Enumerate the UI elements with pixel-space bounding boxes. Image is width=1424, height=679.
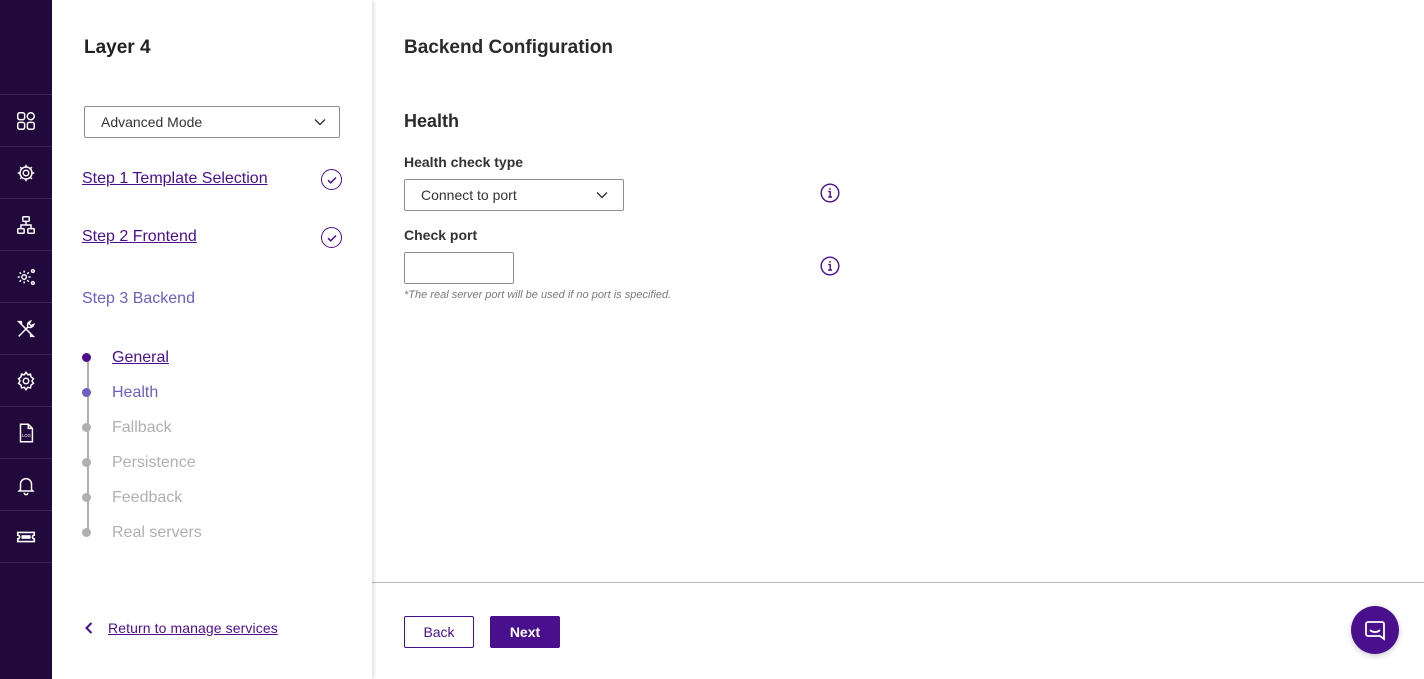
substep-timeline-line [87, 357, 89, 532]
substep-dot [82, 353, 91, 362]
rail-item-sitemap[interactable] [0, 199, 52, 251]
substep-dot [82, 528, 91, 537]
rail-logo-area [0, 0, 52, 95]
substep-health: Health [82, 384, 158, 401]
substep-feedback: Feedback [82, 489, 182, 506]
main-content: Backend Configuration Health Health chec… [372, 0, 1424, 679]
rail-item-network-settings[interactable] [0, 147, 52, 199]
step-2-check-icon [321, 227, 342, 248]
rail-item-logs[interactable]: LOG [0, 407, 52, 459]
step-3-current: Step 3 Backend [82, 290, 195, 307]
substep-dot [82, 458, 91, 467]
panel-title: Layer 4 [84, 37, 151, 58]
substep-dot [82, 388, 91, 397]
step-1-check-icon [321, 169, 342, 190]
return-to-manage-services-link[interactable]: Return to manage services [82, 620, 278, 636]
check-port-hint: *The real server port will be used if no… [404, 289, 672, 301]
substep-persistence: Persistence [82, 454, 196, 471]
rail-item-dashboard[interactable] [0, 95, 52, 147]
rail-item-tools[interactable] [0, 303, 52, 355]
rail-item-tickets[interactable] [0, 511, 52, 563]
log-file-icon: LOG [19, 423, 34, 442]
icon-rail: LOG [0, 0, 52, 679]
chevron-down-icon [314, 119, 326, 126]
svg-text:LOG: LOG [22, 433, 31, 438]
health-check-type-value: Connect to port [421, 187, 517, 203]
substep-real-servers: Real servers [82, 524, 202, 541]
substep-dot [82, 493, 91, 502]
substep-label: Real servers [112, 524, 202, 541]
sitemap-icon [17, 215, 35, 234]
page-title: Backend Configuration [404, 37, 614, 58]
tools-icon [16, 319, 36, 337]
substep-general[interactable]: General [82, 349, 169, 366]
section-title: Health [404, 111, 460, 131]
rail-item-advanced-settings[interactable] [0, 251, 52, 303]
bell-icon [17, 477, 35, 495]
chevron-down-icon [596, 192, 608, 199]
return-link-label: Return to manage services [108, 620, 278, 636]
gear-icon [17, 370, 35, 391]
substep-label: Persistence [112, 454, 196, 471]
wizard-panel: Layer 4 Advanced Mode Step 1 Template Se… [52, 0, 372, 679]
substep-fallback: Fallback [82, 419, 172, 436]
mode-select[interactable]: Advanced Mode [84, 106, 340, 138]
step-1-link[interactable]: Step 1 Template Selection [82, 170, 268, 188]
health-check-type-label: Health check type [404, 154, 524, 170]
chat-icon [1365, 621, 1385, 641]
back-button[interactable]: Back [404, 616, 474, 648]
check-port-input[interactable] [404, 252, 514, 284]
step-2-link[interactable]: Step 2 Frontend [82, 228, 197, 246]
chat-launcher-button[interactable] [1351, 606, 1399, 654]
chevron-left-icon [85, 622, 93, 634]
network-settings-icon [17, 164, 35, 181]
check-port-label: Check port [404, 227, 478, 243]
health-check-type-select[interactable]: Connect to port [404, 179, 624, 211]
substep-label: Fallback [112, 419, 172, 436]
next-button[interactable]: Next [490, 616, 560, 648]
dashboard-icon [17, 111, 35, 130]
ticket-icon [16, 531, 36, 542]
rail-item-settings[interactable] [0, 355, 52, 407]
substep-label: Health [112, 384, 159, 401]
substep-dot [82, 423, 91, 432]
info-icon[interactable] [820, 183, 840, 203]
footer-divider [372, 582, 1424, 583]
substep-label: Feedback [112, 489, 183, 506]
info-icon[interactable] [820, 256, 840, 276]
mode-select-value: Advanced Mode [101, 114, 203, 130]
advanced-settings-icon [17, 268, 35, 285]
rail-item-notifications[interactable] [0, 459, 52, 511]
substep-label: General [112, 349, 169, 366]
